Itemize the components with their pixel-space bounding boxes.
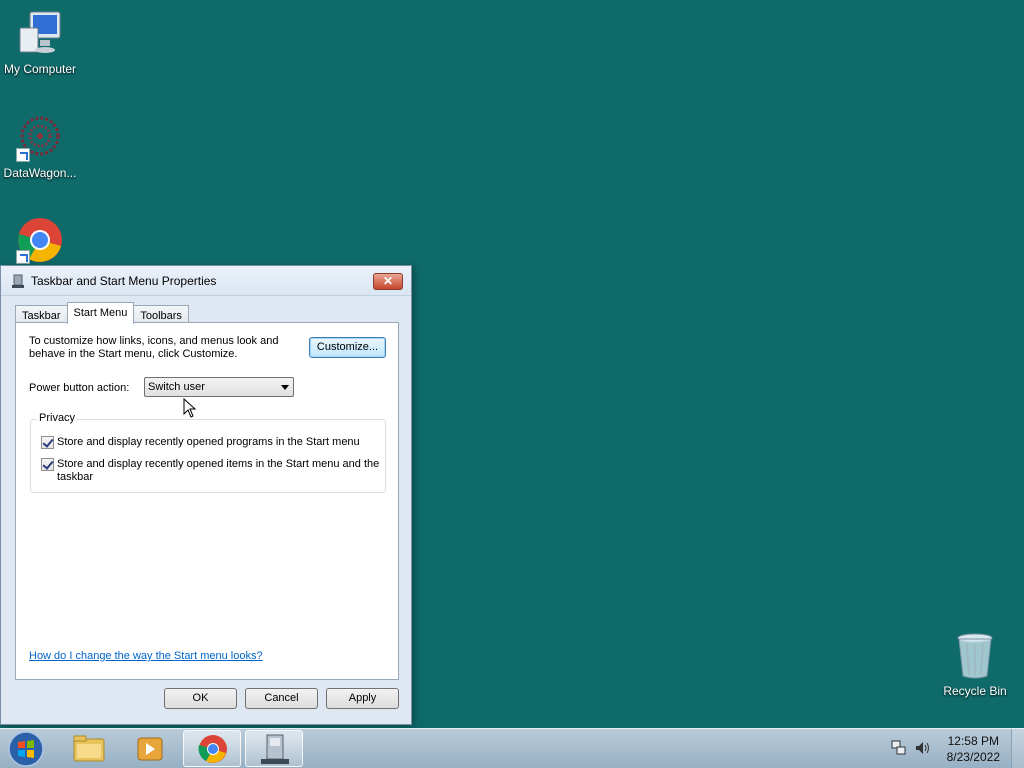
privacy-option-recent-items[interactable]: Store and display recently opened items … xyxy=(41,458,381,484)
desktop-icon-label: DataWagon... xyxy=(3,166,77,180)
power-button-label: Power button action: xyxy=(29,382,130,394)
volume-icon[interactable] xyxy=(914,739,932,757)
desktop-icon-my-computer[interactable]: My Computer xyxy=(0,10,80,76)
folder-icon xyxy=(73,735,105,762)
taskbar-properties-icon xyxy=(261,734,289,764)
recycle-bin-icon xyxy=(955,632,995,680)
clock-time: 12:58 PM xyxy=(947,734,999,748)
chevron-down-icon xyxy=(281,385,289,390)
apply-button[interactable]: Apply xyxy=(326,688,399,709)
close-icon: ✕ xyxy=(382,274,394,288)
computer-icon xyxy=(16,10,64,58)
taskbar-clock[interactable]: 12:58 PM 8/23/2022 xyxy=(947,733,1000,765)
customize-button[interactable]: Customize... xyxy=(309,337,386,358)
windows-logo-icon xyxy=(8,731,44,767)
datawagon-icon xyxy=(16,114,64,162)
recycle-bin-label: Recycle Bin xyxy=(943,684,1007,698)
checkbox-label: Store and display recently opened progra… xyxy=(57,436,360,448)
start-menu-panel: To customize how links, icons, and menus… xyxy=(15,322,399,680)
system-tray xyxy=(890,739,932,757)
privacy-option-recent-programs[interactable]: Store and display recently opened progra… xyxy=(41,436,381,449)
desktop-icon-label: My Computer xyxy=(3,62,77,76)
tab-taskbar[interactable]: Taskbar xyxy=(15,305,68,323)
taskbar-properties-dialog: Taskbar and Start Menu Properties ✕ Task… xyxy=(0,265,412,725)
intro-text: To customize how links, icons, and menus… xyxy=(29,335,279,360)
taskbar-chrome[interactable] xyxy=(183,730,241,767)
taskbar-file-explorer[interactable] xyxy=(60,730,118,767)
desktop-icon-recycle-bin[interactable]: Recycle Bin xyxy=(940,632,1010,698)
media-player-icon xyxy=(137,737,163,761)
privacy-group-label: Privacy xyxy=(37,412,78,424)
shortcut-arrow-icon xyxy=(16,250,30,264)
cancel-button[interactable]: Cancel xyxy=(245,688,318,709)
desktop-icon-datawagon[interactable]: DataWagon... xyxy=(0,114,80,180)
tab-toolbars[interactable]: Toolbars xyxy=(133,305,189,323)
chrome-icon xyxy=(16,216,64,264)
tab-start-menu[interactable]: Start Menu xyxy=(66,302,135,324)
dialog-titlebar[interactable]: Taskbar and Start Menu Properties xyxy=(1,266,411,296)
checkmark-icon xyxy=(42,436,54,448)
checkmark-icon xyxy=(42,458,54,470)
privacy-group: Privacy Store and display recently opene… xyxy=(30,412,386,493)
network-icon[interactable] xyxy=(890,739,908,757)
ok-button[interactable]: OK xyxy=(164,688,237,709)
show-desktop-button[interactable] xyxy=(1011,729,1024,768)
recent-items-checkbox[interactable] xyxy=(41,458,54,471)
tab-strip: Taskbar Start Menu Toolbars xyxy=(15,302,189,324)
mouse-cursor-icon xyxy=(183,397,197,421)
recent-programs-checkbox[interactable] xyxy=(41,436,54,449)
checkbox-label: Store and display recently opened items … xyxy=(57,458,380,483)
clock-date: 8/23/2022 xyxy=(946,750,1000,764)
chrome-icon xyxy=(198,735,227,763)
close-button[interactable]: ✕ xyxy=(373,273,403,290)
power-button-value: Switch user xyxy=(148,381,205,393)
start-button[interactable] xyxy=(6,730,46,768)
dialog-title: Taskbar and Start Menu Properties xyxy=(31,273,217,288)
shortcut-arrow-icon xyxy=(16,148,30,162)
taskbar-properties-icon xyxy=(11,274,25,288)
taskbar-media-player[interactable] xyxy=(121,730,179,767)
taskbar: 12:58 PM 8/23/2022 xyxy=(0,728,1024,768)
taskbar-properties-window[interactable] xyxy=(245,730,303,767)
desktop-icon-chrome[interactable] xyxy=(0,216,80,268)
power-button-dropdown[interactable]: Switch user xyxy=(144,377,294,397)
help-link[interactable]: How do I change the way the Start menu l… xyxy=(29,650,263,662)
